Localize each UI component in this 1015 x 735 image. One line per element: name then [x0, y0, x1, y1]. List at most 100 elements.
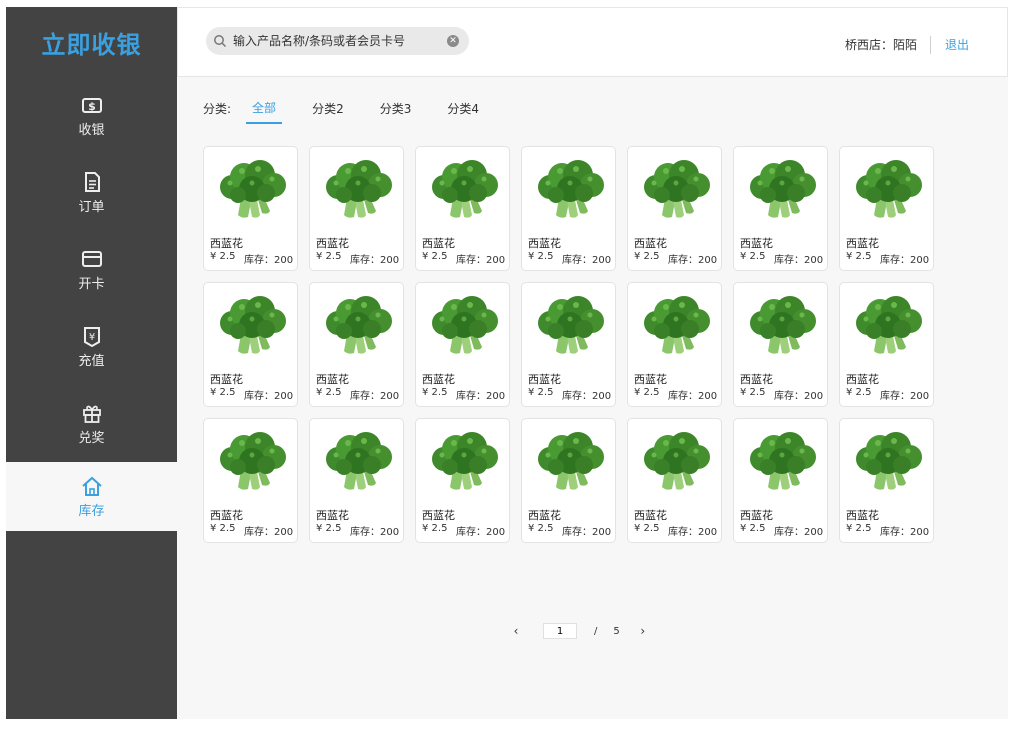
clear-icon[interactable]: ✕ — [447, 35, 459, 47]
sidebar-item-label: 充值 — [78, 353, 105, 369]
product-card[interactable]: 西蓝花 ¥ 2.5 库存：200 — [309, 418, 404, 543]
header-divider — [930, 36, 931, 54]
product-name: 西蓝花 — [740, 237, 773, 250]
product-card[interactable]: 西蓝花 ¥ 2.5 库存：200 — [839, 418, 934, 543]
product-stock: 库存：200 — [244, 527, 294, 538]
product-stock: 库存：200 — [668, 255, 718, 266]
product-card[interactable]: 西蓝花 ¥ 2.5 库存：200 — [203, 146, 298, 271]
category-label: 分类: — [203, 101, 232, 116]
sidebar: 立即收银 $ 收银 订单 开卡 ¥ 充值 兑奖 库存 — [6, 7, 177, 719]
sidebar-item-orders[interactable]: 订单 — [6, 154, 177, 231]
product-price: ¥ 2.5 — [210, 387, 236, 398]
logout-link[interactable]: 退出 — [945, 36, 969, 53]
product-price: ¥ 2.5 — [634, 523, 660, 534]
product-name: 西蓝花 — [316, 237, 349, 250]
sidebar-item-label: 开卡 — [78, 276, 105, 292]
product-price: ¥ 2.5 — [316, 523, 342, 534]
product-card[interactable]: 西蓝花 ¥ 2.5 库存：200 — [521, 418, 616, 543]
product-price: ¥ 2.5 — [740, 387, 766, 398]
category-tab-3[interactable]: 分类3 — [374, 100, 418, 123]
product-card[interactable]: 西蓝花 ¥ 2.5 库存：200 — [309, 146, 404, 271]
product-stock: 库存：200 — [562, 391, 612, 402]
product-name: 西蓝花 — [210, 237, 243, 250]
product-price: ¥ 2.5 — [740, 251, 766, 262]
product-name: 西蓝花 — [422, 373, 455, 386]
product-card[interactable]: 西蓝花 ¥ 2.5 库存：200 — [733, 146, 828, 271]
chevron-left-icon[interactable]: ‹ — [509, 624, 523, 638]
broccoli-image — [326, 160, 392, 218]
broccoli-image — [644, 432, 710, 490]
product-price: ¥ 2.5 — [528, 387, 554, 398]
sidebar-item-label: 库存 — [78, 503, 105, 519]
sidebar-item-recharge[interactable]: ¥ 充值 — [6, 308, 177, 385]
product-name: 西蓝花 — [528, 237, 561, 250]
sidebar-item-cashier[interactable]: $ 收银 — [6, 77, 177, 154]
product-stock: 库存：200 — [668, 527, 718, 538]
product-card[interactable]: 西蓝花 ¥ 2.5 库存：200 — [627, 282, 722, 407]
product-grid: 西蓝花 ¥ 2.5 库存：200 西蓝花 ¥ 2.5 库存：200 西蓝花 ¥ … — [203, 146, 934, 543]
product-price: ¥ 2.5 — [422, 387, 448, 398]
product-card[interactable]: 西蓝花 ¥ 2.5 库存：200 — [521, 146, 616, 271]
product-price: ¥ 2.5 — [528, 523, 554, 534]
product-stock: 库存：200 — [350, 255, 400, 266]
product-stock: 库存：200 — [774, 527, 824, 538]
product-stock: 库存：200 — [562, 527, 612, 538]
broccoli-image — [538, 296, 604, 354]
product-name: 西蓝花 — [846, 237, 879, 250]
chevron-right-icon[interactable]: › — [636, 624, 650, 638]
product-name: 西蓝花 — [316, 509, 349, 522]
product-name: 西蓝花 — [210, 373, 243, 386]
broccoli-image — [750, 160, 816, 218]
product-card[interactable]: 西蓝花 ¥ 2.5 库存：200 — [627, 146, 722, 271]
product-stock: 库存：200 — [456, 527, 506, 538]
pagination: ‹ / 5 › — [509, 622, 650, 640]
product-card[interactable]: 西蓝花 ¥ 2.5 库存：200 — [733, 282, 828, 407]
product-card[interactable]: 西蓝花 ¥ 2.5 库存：200 — [733, 418, 828, 543]
product-name: 西蓝花 — [528, 373, 561, 386]
product-card[interactable]: 西蓝花 ¥ 2.5 库存：200 — [415, 282, 510, 407]
product-name: 西蓝花 — [528, 509, 561, 522]
sidebar-item-open-card[interactable]: 开卡 — [6, 231, 177, 308]
category-tab-4[interactable]: 分类4 — [441, 100, 485, 123]
broccoli-image — [220, 160, 286, 218]
product-name: 西蓝花 — [634, 509, 667, 522]
product-price: ¥ 2.5 — [740, 523, 766, 534]
broccoli-image — [432, 160, 498, 218]
product-price: ¥ 2.5 — [846, 251, 872, 262]
svg-text:¥: ¥ — [88, 332, 94, 343]
product-card[interactable]: 西蓝花 ¥ 2.5 库存：200 — [415, 146, 510, 271]
broccoli-image — [644, 296, 710, 354]
page-total: 5 — [613, 625, 620, 637]
product-card[interactable]: 西蓝花 ¥ 2.5 库存：200 — [203, 418, 298, 543]
product-name: 西蓝花 — [634, 237, 667, 250]
sidebar-item-inventory[interactable]: 库存 — [6, 462, 177, 531]
product-card[interactable]: 西蓝花 ¥ 2.5 库存：200 — [521, 282, 616, 407]
broccoli-image — [538, 160, 604, 218]
broccoli-image — [856, 432, 922, 490]
broccoli-image — [220, 296, 286, 354]
store-label: 桥西店：陌陌 — [844, 38, 917, 52]
product-card[interactable]: 西蓝花 ¥ 2.5 库存：200 — [203, 282, 298, 407]
category-tab-2[interactable]: 分类2 — [306, 100, 350, 123]
product-price: ¥ 2.5 — [316, 251, 342, 262]
broccoli-image — [750, 296, 816, 354]
category-tab-all[interactable]: 全部 — [246, 99, 283, 124]
product-stock: 库存：200 — [562, 255, 612, 266]
product-card[interactable]: 西蓝花 ¥ 2.5 库存：200 — [309, 282, 404, 407]
search-input[interactable] — [233, 34, 433, 48]
product-name: 西蓝花 — [422, 509, 455, 522]
card-icon — [81, 250, 102, 267]
product-card[interactable]: 西蓝花 ¥ 2.5 库存：200 — [415, 418, 510, 543]
page-input[interactable] — [543, 623, 577, 639]
sidebar-item-label: 收银 — [78, 122, 105, 138]
product-name: 西蓝花 — [210, 509, 243, 522]
product-card[interactable]: 西蓝花 ¥ 2.5 库存：200 — [839, 146, 934, 271]
product-price: ¥ 2.5 — [634, 251, 660, 262]
product-card[interactable]: 西蓝花 ¥ 2.5 库存：200 — [839, 282, 934, 407]
broccoli-image — [856, 296, 922, 354]
product-price: ¥ 2.5 — [210, 523, 236, 534]
sidebar-item-redeem[interactable]: 兑奖 — [6, 385, 177, 462]
product-card[interactable]: 西蓝花 ¥ 2.5 库存：200 — [627, 418, 722, 543]
product-price: ¥ 2.5 — [422, 251, 448, 262]
product-stock: 库存：200 — [880, 527, 930, 538]
